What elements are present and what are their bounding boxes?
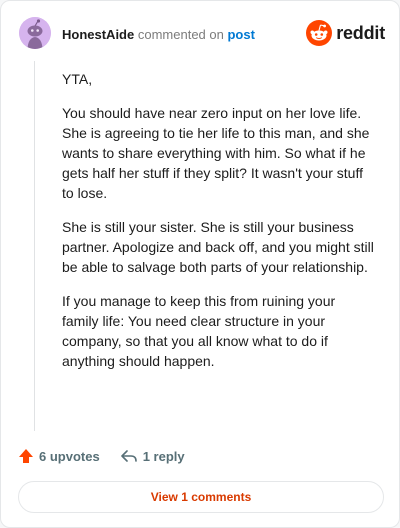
comment-paragraph: She is still your sister. She is still y… xyxy=(62,219,374,275)
reply-arrow-icon xyxy=(120,450,137,462)
comment-paragraph: You should have near zero input on her l… xyxy=(62,105,370,201)
comment-actions: 6 upvotes 1 reply xyxy=(18,445,185,467)
reply-count: 1 reply xyxy=(142,448,185,464)
comment-meta: HonestAide commented on post xyxy=(62,27,255,42)
comment-paragraph: If you manage to keep this from ruining … xyxy=(62,293,336,369)
reply-button[interactable]: 1 reply xyxy=(120,448,185,464)
snoo-avatar-icon[interactable] xyxy=(19,17,51,49)
upvote-count: 6 upvotes xyxy=(39,448,100,464)
reddit-logo-icon xyxy=(306,20,333,46)
comment-paragraph: YTA, xyxy=(62,71,93,87)
commented-on-text: commented on xyxy=(137,27,224,42)
comment-header: HonestAide commented on post reddit xyxy=(19,17,385,51)
view-comments-label: View 1 comments xyxy=(150,490,252,504)
comment-body: YTA, You should have near zero input on … xyxy=(62,69,374,385)
upvote-button[interactable]: 6 upvotes xyxy=(18,448,100,464)
comment-card: HonestAide commented on post reddit YTA,… xyxy=(0,0,400,528)
reddit-wordmark: reddit xyxy=(336,22,385,43)
view-comments-button[interactable]: View 1 comments xyxy=(18,481,384,513)
upvote-arrow-icon xyxy=(19,449,33,463)
post-link[interactable]: post xyxy=(227,27,254,42)
thread-line[interactable] xyxy=(34,61,35,431)
username-link[interactable]: HonestAide xyxy=(62,27,134,42)
reddit-brand[interactable]: reddit xyxy=(306,19,385,47)
